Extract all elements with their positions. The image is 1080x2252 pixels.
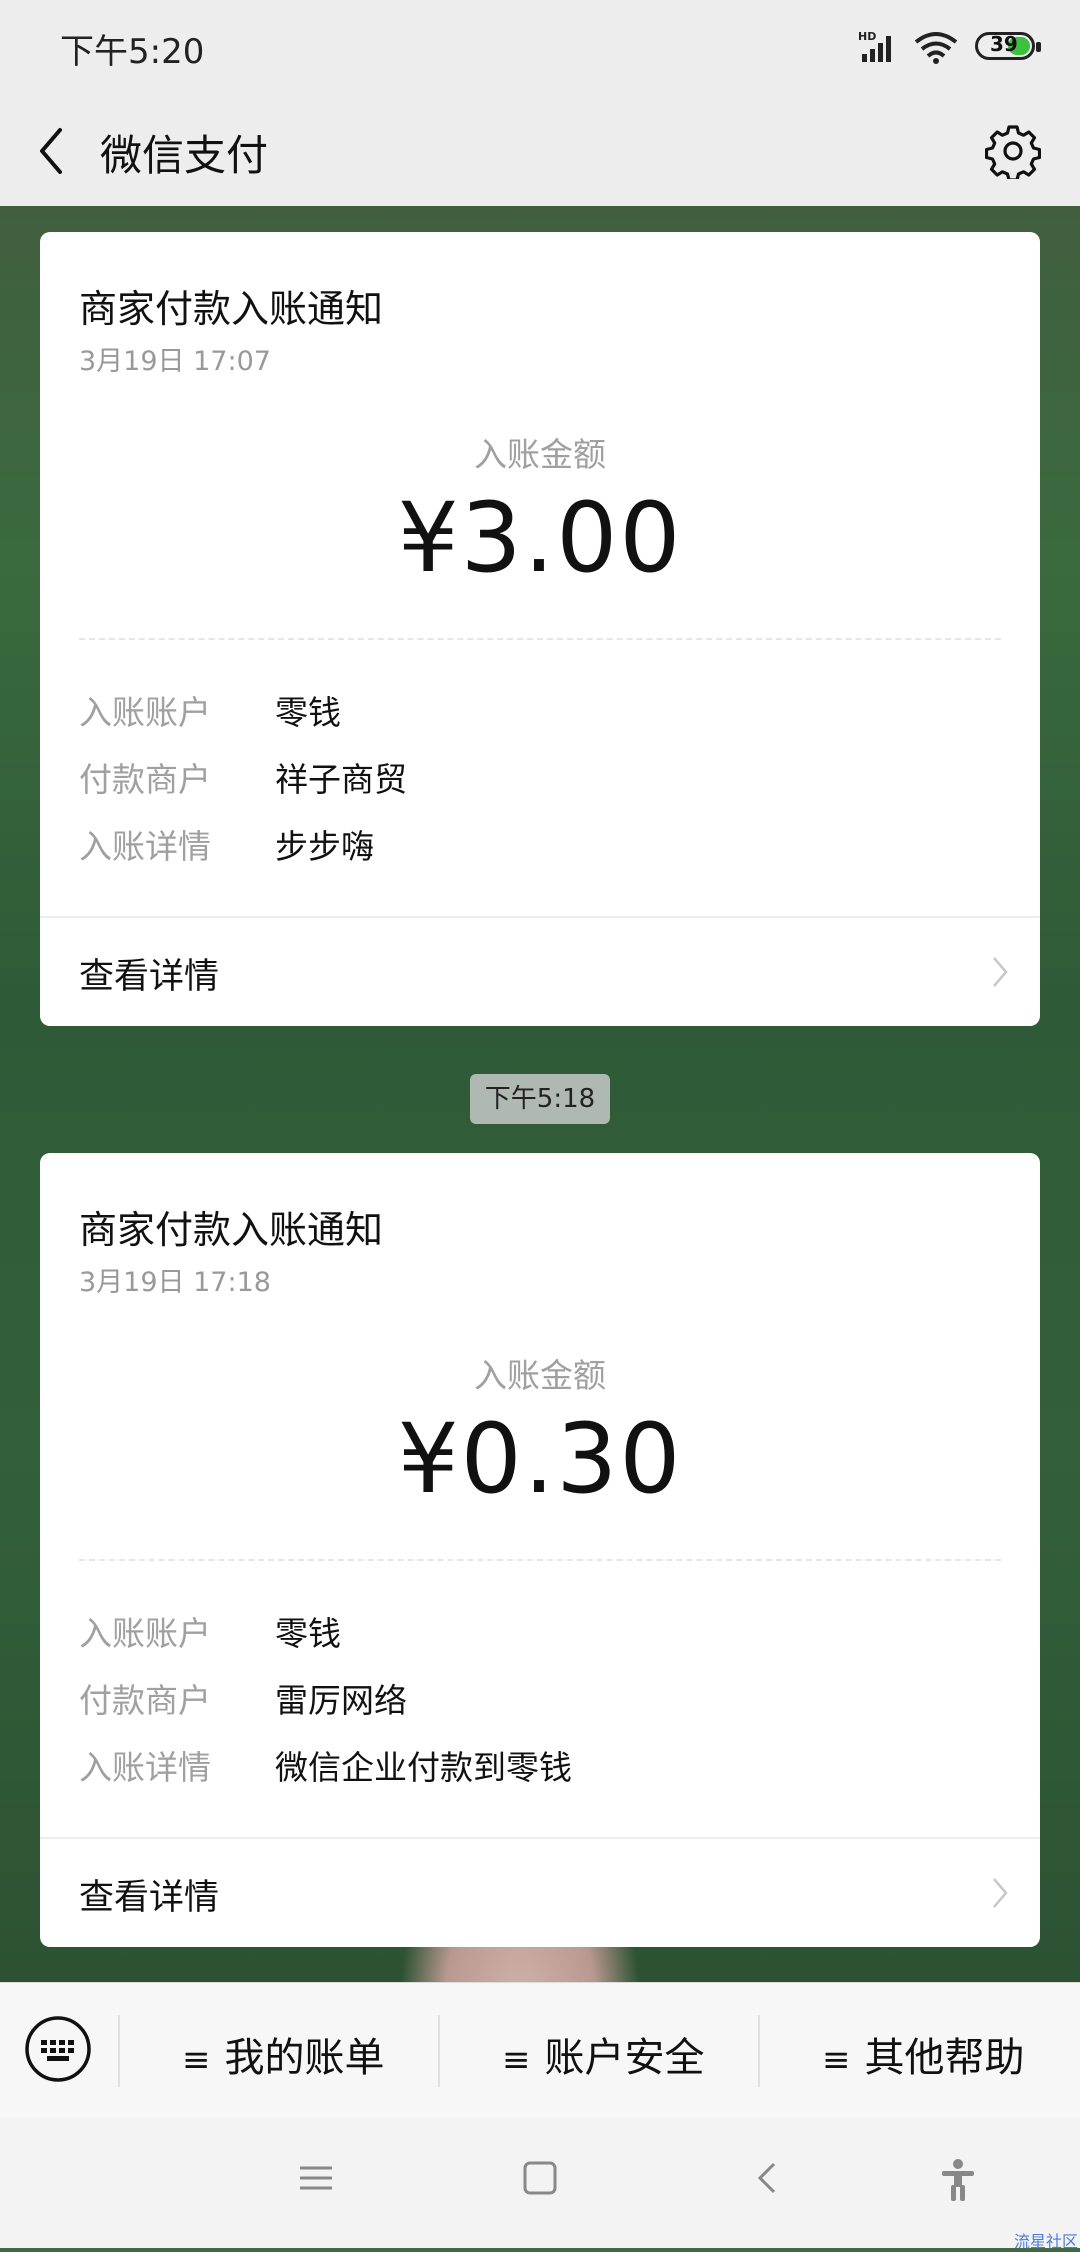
info-row: 入账账户 零钱 bbox=[79, 693, 341, 732]
menu-list-icon: ≡ bbox=[502, 2040, 531, 2080]
card-date: 3月19日 17:07 bbox=[79, 346, 271, 377]
menu-account-security[interactable]: ≡ 账户安全 bbox=[502, 2025, 705, 2083]
back-triangle-icon[interactable] bbox=[752, 2158, 782, 2198]
system-navigation-bar bbox=[0, 2118, 1080, 2248]
menu-separator bbox=[118, 2015, 120, 2087]
menu-separator bbox=[438, 2015, 440, 2087]
info-row: 入账详情 步步嗨 bbox=[79, 827, 374, 866]
menu-separator bbox=[758, 2015, 760, 2087]
amount-value: ¥0.30 bbox=[397, 1403, 683, 1515]
view-details-link[interactable]: 查看详情 bbox=[79, 1869, 219, 1920]
menu-list-icon: ≡ bbox=[822, 2040, 851, 2080]
service-menu-bar: ≡ 我的账单 ≡ 账户安全 ≡ 其他帮助 bbox=[0, 1982, 1080, 2119]
dashed-divider bbox=[79, 638, 1001, 640]
amount-value: ¥3.00 bbox=[397, 482, 683, 594]
accessibility-icon[interactable] bbox=[938, 2158, 978, 2202]
divider bbox=[40, 916, 1040, 918]
status-time: 下午5:20 bbox=[60, 32, 205, 72]
payment-notification-card[interactable]: 商家付款入账通知 3月19日 17:18 入账金额 ¥0.30 入账账户 零钱 付… bbox=[40, 1153, 1040, 1947]
card-date: 3月19日 17:18 bbox=[79, 1267, 271, 1298]
menu-lines-icon[interactable] bbox=[298, 2158, 334, 2198]
home-square-icon[interactable] bbox=[522, 2158, 558, 2198]
info-row: 入账账户 零钱 bbox=[79, 1614, 341, 1653]
divider bbox=[40, 1837, 1040, 1839]
info-row: 付款商户 祥子商贸 bbox=[79, 760, 407, 799]
back-arrow-icon[interactable] bbox=[32, 124, 72, 178]
card-title: 商家付款入账通知 bbox=[79, 1208, 384, 1252]
page-title: 微信支付 bbox=[100, 131, 269, 180]
battery-icon: 39 bbox=[975, 32, 1041, 60]
amount-label: 入账金额 bbox=[474, 1356, 606, 1395]
info-row: 付款商户 雷厉网络 bbox=[79, 1681, 407, 1720]
menu-my-bills[interactable]: ≡ 我的账单 bbox=[182, 2025, 385, 2083]
title-bar: 微信支付 bbox=[0, 96, 1080, 206]
info-row: 入账详情 微信企业付款到零钱 bbox=[79, 1748, 572, 1787]
payment-notification-card[interactable]: 商家付款入账通知 3月19日 17:07 入账金额 ¥3.00 入账账户 零钱 付… bbox=[40, 232, 1040, 1026]
view-details-link[interactable]: 查看详情 bbox=[79, 948, 219, 999]
signal-icon: HD bbox=[858, 30, 891, 62]
card-title: 商家付款入账通知 bbox=[79, 287, 384, 331]
settings-gear-icon[interactable] bbox=[985, 123, 1041, 179]
message-timestamp: 下午5:18 bbox=[470, 1074, 610, 1124]
menu-other-help[interactable]: ≡ 其他帮助 bbox=[822, 2025, 1025, 2083]
wifi-icon bbox=[914, 32, 958, 64]
watermark-text: 流星社区 bbox=[1014, 2232, 1079, 2251]
dashed-divider bbox=[79, 1559, 1001, 1561]
menu-list-icon: ≡ bbox=[182, 2040, 211, 2080]
svg-text:HD: HD bbox=[858, 30, 876, 43]
chevron-right-icon bbox=[993, 957, 1008, 987]
keyboard-icon[interactable] bbox=[24, 2015, 92, 2083]
status-bar: 下午5:20 HD 39 bbox=[0, 0, 1080, 96]
amount-label: 入账金额 bbox=[474, 435, 606, 474]
chevron-right-icon bbox=[993, 1878, 1008, 1908]
